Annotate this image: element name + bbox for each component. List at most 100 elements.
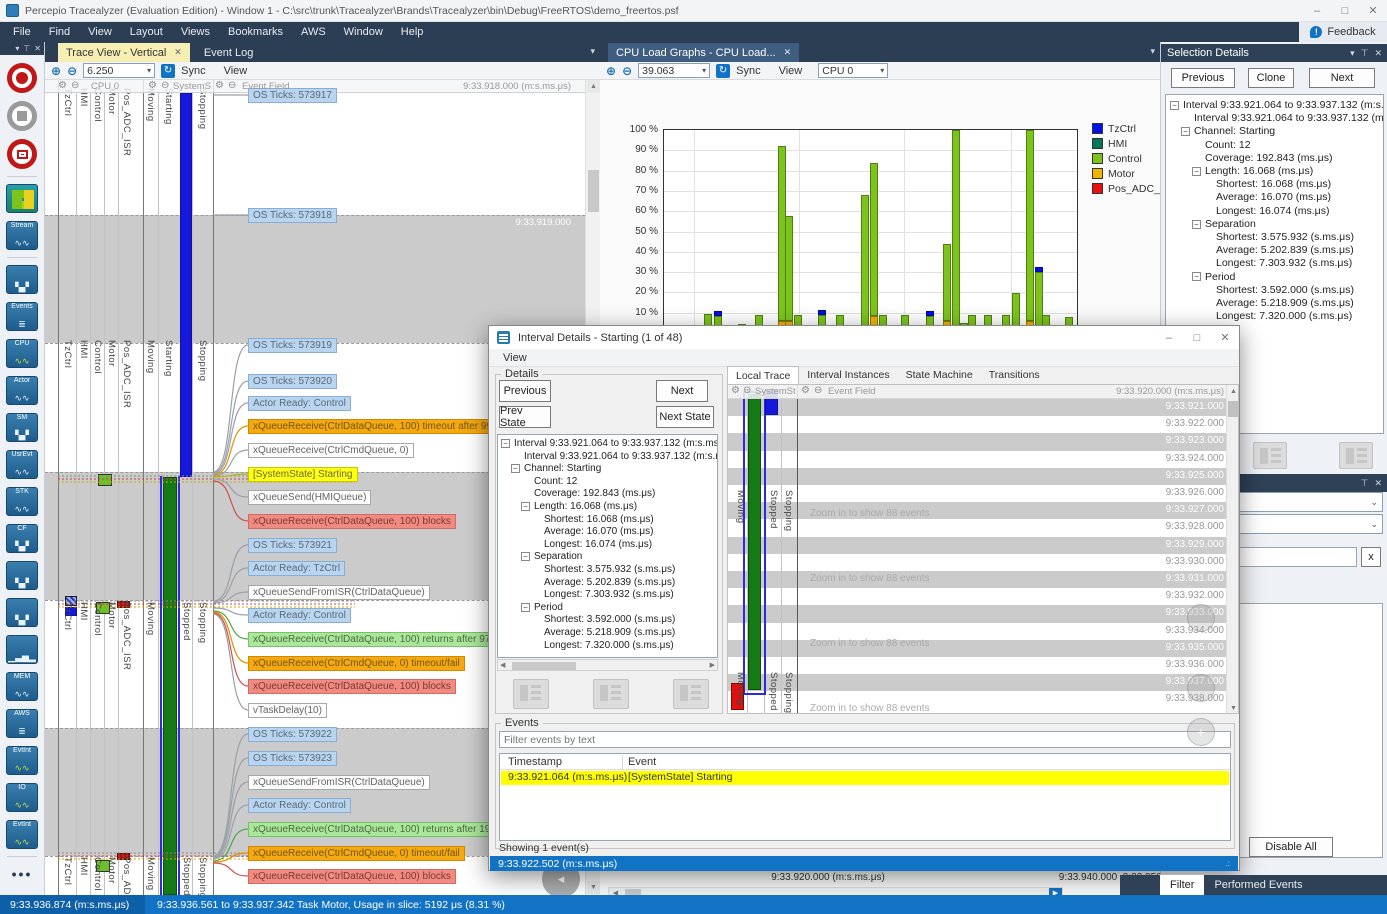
tab-state-machine[interactable]: State Machine [898,366,981,384]
tree-item[interactable]: Count: 12 [498,476,718,489]
maximize-button[interactable]: □ [1183,328,1211,348]
trace-event-label[interactable]: Actor Ready: Control [248,608,351,623]
tree-item[interactable]: Shortest: 16.068 (ms.μs) [1166,178,1384,191]
memory-icon[interactable]: MEM∿∿ [6,672,38,701]
tree-expander-icon[interactable]: − [1181,127,1190,136]
column-event[interactable]: Event [628,756,656,768]
tree-item[interactable]: Average: 16.070 (ms.μs) [1166,191,1384,204]
user-events-icon[interactable]: UsrEvt∿∿ [6,450,38,479]
view-menu[interactable]: View [224,65,248,77]
tree-item[interactable]: −Period [1166,271,1384,284]
zoom-in-icon[interactable]: ⊕ [606,64,616,78]
menu-item-aws[interactable]: AWS [292,22,335,42]
actor-graph-icon[interactable]: Actor∿∿ [6,376,38,405]
tree-item[interactable]: Longest: 16.074 (ms.μs) [498,539,718,552]
clear-filter-button[interactable]: x [1361,547,1381,567]
zoom-out-icon[interactable]: ⊖ [622,64,632,78]
view-grid-icon[interactable] [6,184,38,213]
collapse-icon[interactable]: ⊖ [814,385,822,396]
chevron-down-icon[interactable]: ▾ [1350,48,1355,59]
scroll-down-icon[interactable]: ▼ [587,881,600,894]
tree-expander-icon[interactable]: − [1192,167,1201,176]
trace-event-label[interactable]: Actor Ready: Control [248,798,351,813]
trace-view-shortcut-icon[interactable] [673,679,709,709]
tree-item[interactable]: Shortest: 3.592.000 (s.ms.μs) [498,614,718,627]
menu-item-layout[interactable]: Layout [121,22,172,42]
trace-event-label[interactable]: xQueueReceive(CtrlCmdQueue, 0) [248,443,414,458]
close-tab-icon[interactable]: ✕ [174,47,182,58]
collapse-icon[interactable]: ⊖ [743,385,751,396]
tree-item[interactable]: Interval 9:33.921.064 to 9:33.937.132 (m… [498,451,718,464]
tree-item[interactable]: Average: 16.070 (ms.μs) [498,526,718,539]
menu-item-help[interactable]: Help [392,22,433,42]
dialog-titlebar[interactable]: Interval Details - Starting (1 of 48) – … [489,326,1239,349]
disable-all-button[interactable]: Disable All [1249,837,1333,857]
trace-event-label[interactable]: OS Ticks: 573919 [248,338,337,353]
menu-item-window[interactable]: Window [335,22,392,42]
more-icon[interactable]: ••• [6,866,38,886]
tree-item[interactable]: Longest: 7.303.932 (s.ms.μs) [1166,257,1384,270]
zoom-level-combo[interactable]: 6.250▾ [83,63,155,78]
trace-view-shortcut-icon[interactable] [513,679,549,709]
feedback-button[interactable]: ! Feedback [1299,22,1387,42]
minimize-button[interactable]: – [1303,1,1331,21]
cpu-select-combo[interactable]: CPU 0▾ [818,63,888,78]
zoom-in-icon[interactable]: ⊕ [51,64,61,78]
lower-graph-scrollbar[interactable]: ◀▶ [608,887,1063,895]
tree-item[interactable]: −Length: 16.068 (ms.μs) [498,501,718,514]
event-intensity-2-icon[interactable]: EvtInt∿∿ [6,820,38,849]
record-icon[interactable] [7,63,37,93]
tree-item[interactable]: −Separation [498,551,718,564]
previous-button[interactable]: Previous [1171,68,1235,88]
tree-item[interactable]: Average: 5.218.909 (s.ms.μs) [498,627,718,640]
tree-item[interactable]: Average: 5.218.909 (s.ms.μs) [1166,297,1384,310]
trace-event-label[interactable]: Actor Ready: Control [248,396,351,411]
trace-event-label[interactable]: OS Ticks: 573918 [248,208,337,223]
zoom-out-icon[interactable]: ⊖ [67,64,77,78]
column-header-systemstate[interactable]: SystemSt [173,81,211,92]
close-icon[interactable]: ✕ [1374,478,1382,489]
timeline-scrollbar[interactable] [1226,385,1239,714]
pin-icon[interactable]: ⊤ [23,44,30,53]
trace-event-label[interactable]: Actor Ready: TzCtrl [248,561,345,576]
close-tab-icon[interactable]: ✕ [784,47,792,58]
tree-expander-icon[interactable]: − [1192,220,1201,229]
chevron-down-icon[interactable]: ▾ [1150,46,1155,57]
trace-compact-icon[interactable]: ▚▞ [6,561,38,590]
tree-expander-icon[interactable]: − [1170,101,1179,110]
trace-view-shortcut-icon[interactable] [593,679,629,709]
tree-expander-icon[interactable]: − [521,502,530,511]
tree-expander-icon[interactable]: − [521,552,530,561]
column-header-systemstate[interactable]: SystemSt [755,386,795,397]
tree-item[interactable]: Shortest: 16.068 (ms.μs) [498,514,718,527]
trace-event-label[interactable]: OS Ticks: 573923 [248,751,337,766]
trace-event-label[interactable]: xQueueReceive(CtrlCmdQueue, 0) timeout/f… [248,656,465,671]
tree-item[interactable]: −Period [498,602,718,615]
tree-expander-icon[interactable]: − [521,603,530,612]
event-intensity-icon[interactable]: EvtInt∿∿ [6,746,38,775]
menu-item-file[interactable]: File [4,22,40,42]
trace-event-label[interactable]: xQueueReceive(CtrlDataQueue, 100) blocks [248,679,456,694]
column-header-cpu0[interactable]: CPU 0 [91,81,119,92]
gear-icon[interactable]: ⚙ [215,80,224,91]
interval-details-tree[interactable]: − Interval 9:33.921.064 to 9:33.937.132 (… [497,434,718,658]
trace-event-label[interactable]: xQueueReceive(CtrlDataQueue, 100) blocks [248,869,456,884]
column-timestamp[interactable]: Timestamp [508,756,562,768]
sync-label[interactable]: Sync [181,65,205,77]
menu-item-find[interactable]: Find [40,22,79,42]
tab-filter[interactable]: Filter [1160,875,1204,895]
tree-item[interactable]: Longest: 7.303.932 (s.ms.μs) [498,589,718,602]
tree-item[interactable]: −Separation [1166,218,1384,231]
trace-event-label[interactable]: xQueueReceive(CtrlDataQueue, 100) return… [248,632,514,647]
view-menu[interactable]: View [503,352,527,364]
stream-icon[interactable]: Stream∿∿ [6,221,38,250]
tree-item[interactable]: Shortest: 3.592.000 (s.ms.μs) [1166,284,1384,297]
scroll-up-icon[interactable]: ▲ [587,80,600,93]
close-icon[interactable]: ✕ [34,44,41,53]
tab-performed-events[interactable]: Performed Events [1204,875,1312,895]
pin-icon[interactable]: ⊤ [1361,478,1369,489]
scroll-down-icon[interactable]: ▼ [1228,703,1239,714]
trace-event-label[interactable]: [SystemState] Starting [248,467,358,482]
tree-item[interactable]: Average: 5.202.839 (s.ms.μs) [1166,244,1384,257]
tree-item[interactable]: −Channel: Starting [1166,125,1384,138]
